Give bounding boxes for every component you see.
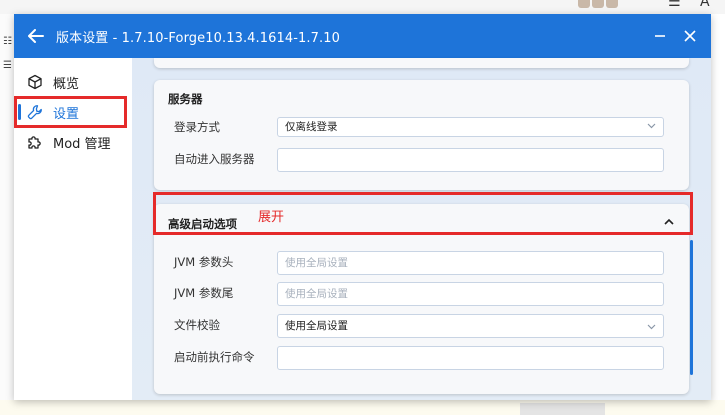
background-list-icon: ☷ <box>3 36 12 47</box>
jvm-head-label: JVM 参数头 <box>174 255 234 269</box>
file-check-value: 使用全局设置 <box>285 320 348 332</box>
previous-section-card <box>154 58 689 68</box>
close-icon <box>684 30 696 42</box>
server-section-title: 服务器 <box>168 92 203 106</box>
sidebar-item-settings[interactable]: 设置 <box>14 97 132 127</box>
minus-icon <box>655 35 665 37</box>
background-app-left: ☷ ☰ <box>0 14 14 415</box>
login-method-value: 仅离线登录 <box>285 121 338 133</box>
file-check-select[interactable]: 使用全局设置 <box>277 314 664 338</box>
login-method-label: 登录方式 <box>174 120 220 134</box>
sidebar-item-label: 概览 <box>53 76 80 92</box>
window-title: 版本设置 - 1.7.10-Forge10.13.4.1614-1.7.10 <box>56 30 341 46</box>
advanced-launch-section: 高级启动选项 JVM 参数头 使用全局设置 JVM 参数尾 使用全局设置 文件校… <box>154 204 689 394</box>
sidebar: 概览 设置 Mod 管理 <box>14 58 132 400</box>
active-indicator <box>18 104 21 120</box>
back-button[interactable] <box>24 24 48 48</box>
sidebar-item-label: Mod 管理 <box>53 136 111 152</box>
puzzle-icon <box>26 133 44 151</box>
chevron-down-icon <box>647 118 656 136</box>
content-scrollbar[interactable] <box>690 240 693 375</box>
annotation-expand-text: 展开 <box>258 210 285 225</box>
background-menu-icon: ☰ <box>668 0 681 10</box>
pre-launch-command-input[interactable] <box>277 346 664 370</box>
login-method-select[interactable]: 仅离线登录 <box>277 117 664 137</box>
pre-launch-command-label: 启动前执行命令 <box>174 350 255 364</box>
arrow-left-icon <box>28 29 44 43</box>
jvm-tail-label: JVM 参数尾 <box>174 286 234 300</box>
background-avatars <box>578 0 638 8</box>
sidebar-item-mod-management[interactable]: Mod 管理 <box>14 127 132 157</box>
background-app-right <box>711 14 725 415</box>
chevron-up-icon <box>664 218 674 225</box>
version-settings-window: 版本设置 - 1.7.10-Forge10.13.4.1614-1.7.10 概… <box>14 14 711 400</box>
file-check-label: 文件校验 <box>174 318 220 332</box>
chevron-down-icon <box>647 317 656 339</box>
advanced-section-title: 高级启动选项 <box>168 217 237 231</box>
collapse-button[interactable] <box>662 214 676 228</box>
background-font-icon: A <box>700 0 710 10</box>
jvm-head-input[interactable]: 使用全局设置 <box>277 251 664 275</box>
server-section: 服务器 登录方式 仅离线登录 自动进入服务器 <box>154 80 689 190</box>
title-bar: 版本设置 - 1.7.10-Forge10.13.4.1614-1.7.10 <box>14 14 711 58</box>
background-app-bottom <box>0 400 725 415</box>
auto-join-server-label: 自动进入服务器 <box>174 152 255 166</box>
wrench-icon <box>26 103 44 121</box>
minimize-button[interactable] <box>648 24 672 48</box>
jvm-tail-input[interactable]: 使用全局设置 <box>277 282 664 306</box>
settings-content: 服务器 登录方式 仅离线登录 自动进入服务器 高级启动选项 JVM 参数头 使用… <box>132 58 711 400</box>
cube-icon <box>26 73 44 91</box>
auto-join-server-input[interactable] <box>277 148 664 172</box>
background-tile <box>520 403 605 415</box>
sidebar-item-overview[interactable]: 概览 <box>14 67 132 97</box>
close-button[interactable] <box>678 24 702 48</box>
background-lines-icon: ☰ <box>3 60 12 71</box>
sidebar-item-label: 设置 <box>53 106 80 122</box>
